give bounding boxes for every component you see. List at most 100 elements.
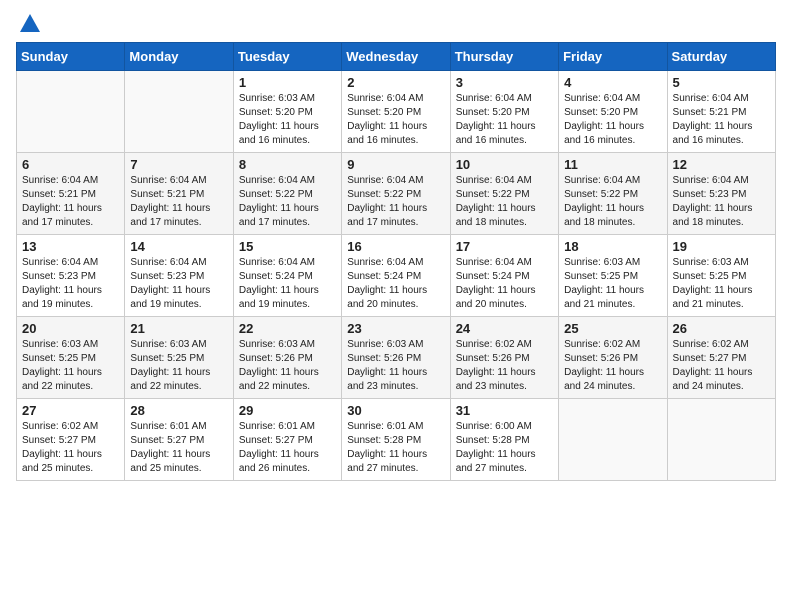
day-number: 22 xyxy=(239,321,336,336)
weekday-header-thursday: Thursday xyxy=(450,43,558,71)
day-number: 19 xyxy=(673,239,770,254)
calendar-cell: 29 Sunrise: 6:01 AM Sunset: 5:27 PM Dayli… xyxy=(233,399,341,481)
day-info: Sunrise: 6:03 AM Sunset: 5:25 PM Dayligh… xyxy=(130,338,227,394)
weekday-header-sunday: Sunday xyxy=(17,43,125,71)
calendar-cell: 22 Sunrise: 6:03 AM Sunset: 5:26 PM Dayli… xyxy=(233,317,341,399)
calendar-cell: 12Sunrise: 6:04 AM Sunset: 5:23 PM Dayli… xyxy=(667,153,775,235)
calendar-cell: 10Sunrise: 6:04 AM Sunset: 5:22 PM Dayli… xyxy=(450,153,558,235)
day-info: Sunrise: 6:03 AM Sunset: 5:25 PM Dayligh… xyxy=(673,256,770,312)
weekday-header-saturday: Saturday xyxy=(667,43,775,71)
calendar-week-row: 13 Sunrise: 6:04 AM Sunset: 5:23 PM Dayli… xyxy=(17,235,776,317)
day-info: Sunrise: 6:04 AM Sunset: 5:23 PM Dayligh… xyxy=(22,256,119,312)
day-number: 11 xyxy=(564,157,661,172)
calendar-cell: 16 Sunrise: 6:04 AM Sunset: 5:24 PM Dayli… xyxy=(342,235,450,317)
day-number: 14 xyxy=(130,239,227,254)
day-number: 21 xyxy=(130,321,227,336)
calendar-cell: 5 Sunrise: 6:04 AM Sunset: 5:21 PM Daylig… xyxy=(667,71,775,153)
day-info: Sunrise: 6:04 AM Sunset: 5:20 PM Dayligh… xyxy=(456,92,553,148)
weekday-header-monday: Monday xyxy=(125,43,233,71)
calendar-cell xyxy=(17,71,125,153)
weekday-header-tuesday: Tuesday xyxy=(233,43,341,71)
day-info: Sunrise: 6:01 AM Sunset: 5:27 PM Dayligh… xyxy=(130,420,227,476)
day-info: Sunrise: 6:04 AM Sunset: 5:22 PM Dayligh… xyxy=(564,174,661,230)
calendar-cell: 20 Sunrise: 6:03 AM Sunset: 5:25 PM Dayli… xyxy=(17,317,125,399)
calendar-cell: 13 Sunrise: 6:04 AM Sunset: 5:23 PM Dayli… xyxy=(17,235,125,317)
day-info: Sunrise: 6:04 AM Sunset: 5:21 PM Dayligh… xyxy=(673,92,770,148)
day-info: Sunrise: 6:03 AM Sunset: 5:26 PM Dayligh… xyxy=(239,338,336,394)
day-info: Sunrise: 6:00 AM Sunset: 5:28 PM Dayligh… xyxy=(456,420,553,476)
day-number: 29 xyxy=(239,403,336,418)
day-info: Sunrise: 6:03 AM Sunset: 5:26 PM Dayligh… xyxy=(347,338,444,394)
calendar-cell: 24Sunrise: 6:02 AM Sunset: 5:26 PM Dayli… xyxy=(450,317,558,399)
day-number: 2 xyxy=(347,75,444,90)
day-info: Sunrise: 6:04 AM Sunset: 5:24 PM Dayligh… xyxy=(347,256,444,312)
weekday-header-wednesday: Wednesday xyxy=(342,43,450,71)
calendar-cell: 21 Sunrise: 6:03 AM Sunset: 5:25 PM Dayli… xyxy=(125,317,233,399)
day-info: Sunrise: 6:04 AM Sunset: 5:21 PM Dayligh… xyxy=(130,174,227,230)
day-number: 15 xyxy=(239,239,336,254)
calendar-cell: 9 Sunrise: 6:04 AM Sunset: 5:22 PM Daylig… xyxy=(342,153,450,235)
calendar-cell: 7 Sunrise: 6:04 AM Sunset: 5:21 PM Daylig… xyxy=(125,153,233,235)
day-number: 20 xyxy=(22,321,119,336)
calendar-week-row: 6 Sunrise: 6:04 AM Sunset: 5:21 PM Daylig… xyxy=(17,153,776,235)
day-info: Sunrise: 6:02 AM Sunset: 5:26 PM Dayligh… xyxy=(456,338,553,394)
logo-triangle-icon xyxy=(20,14,40,32)
day-info: Sunrise: 6:04 AM Sunset: 5:24 PM Dayligh… xyxy=(239,256,336,312)
day-number: 26 xyxy=(673,321,770,336)
calendar-cell xyxy=(125,71,233,153)
calendar-cell: 19 Sunrise: 6:03 AM Sunset: 5:25 PM Dayli… xyxy=(667,235,775,317)
day-number: 1 xyxy=(239,75,336,90)
calendar-table: SundayMondayTuesdayWednesdayThursdayFrid… xyxy=(16,42,776,481)
day-info: Sunrise: 6:02 AM Sunset: 5:27 PM Dayligh… xyxy=(673,338,770,394)
calendar-cell: 11 Sunrise: 6:04 AM Sunset: 5:22 PM Dayli… xyxy=(559,153,667,235)
calendar-cell: 30Sunrise: 6:01 AM Sunset: 5:28 PM Dayli… xyxy=(342,399,450,481)
day-number: 6 xyxy=(22,157,119,172)
day-number: 23 xyxy=(347,321,444,336)
day-info: Sunrise: 6:04 AM Sunset: 5:20 PM Dayligh… xyxy=(564,92,661,148)
calendar-cell: 23 Sunrise: 6:03 AM Sunset: 5:26 PM Dayli… xyxy=(342,317,450,399)
calendar-cell: 3 Sunrise: 6:04 AM Sunset: 5:20 PM Daylig… xyxy=(450,71,558,153)
day-number: 10 xyxy=(456,157,553,172)
day-info: Sunrise: 6:04 AM Sunset: 5:22 PM Dayligh… xyxy=(239,174,336,230)
calendar-cell: 31 Sunrise: 6:00 AM Sunset: 5:28 PM Dayli… xyxy=(450,399,558,481)
day-info: Sunrise: 6:02 AM Sunset: 5:27 PM Dayligh… xyxy=(22,420,119,476)
calendar-cell: 28 Sunrise: 6:01 AM Sunset: 5:27 PM Dayli… xyxy=(125,399,233,481)
day-number: 7 xyxy=(130,157,227,172)
day-info: Sunrise: 6:04 AM Sunset: 5:24 PM Dayligh… xyxy=(456,256,553,312)
calendar-cell: 17 Sunrise: 6:04 AM Sunset: 5:24 PM Dayli… xyxy=(450,235,558,317)
calendar-week-row: 27 Sunrise: 6:02 AM Sunset: 5:27 PM Dayli… xyxy=(17,399,776,481)
day-number: 13 xyxy=(22,239,119,254)
day-number: 18 xyxy=(564,239,661,254)
day-number: 9 xyxy=(347,157,444,172)
day-info: Sunrise: 6:04 AM Sunset: 5:23 PM Dayligh… xyxy=(130,256,227,312)
calendar-cell: 18 Sunrise: 6:03 AM Sunset: 5:25 PM Dayli… xyxy=(559,235,667,317)
calendar-cell: 27 Sunrise: 6:02 AM Sunset: 5:27 PM Dayli… xyxy=(17,399,125,481)
day-number: 5 xyxy=(673,75,770,90)
day-number: 8 xyxy=(239,157,336,172)
day-info: Sunrise: 6:01 AM Sunset: 5:28 PM Dayligh… xyxy=(347,420,444,476)
day-info: Sunrise: 6:03 AM Sunset: 5:20 PM Dayligh… xyxy=(239,92,336,148)
day-info: Sunrise: 6:03 AM Sunset: 5:25 PM Dayligh… xyxy=(22,338,119,394)
calendar-cell: 15 Sunrise: 6:04 AM Sunset: 5:24 PM Dayli… xyxy=(233,235,341,317)
day-number: 12 xyxy=(673,157,770,172)
day-number: 27 xyxy=(22,403,119,418)
day-number: 3 xyxy=(456,75,553,90)
day-info: Sunrise: 6:04 AM Sunset: 5:20 PM Dayligh… xyxy=(347,92,444,148)
day-info: Sunrise: 6:01 AM Sunset: 5:27 PM Dayligh… xyxy=(239,420,336,476)
calendar-cell: 25Sunrise: 6:02 AM Sunset: 5:26 PM Dayli… xyxy=(559,317,667,399)
day-info: Sunrise: 6:03 AM Sunset: 5:25 PM Dayligh… xyxy=(564,256,661,312)
day-number: 17 xyxy=(456,239,553,254)
calendar-cell: 2 Sunrise: 6:04 AM Sunset: 5:20 PM Daylig… xyxy=(342,71,450,153)
day-number: 28 xyxy=(130,403,227,418)
page-header xyxy=(16,16,776,32)
day-info: Sunrise: 6:04 AM Sunset: 5:22 PM Dayligh… xyxy=(347,174,444,230)
calendar-cell xyxy=(559,399,667,481)
day-number: 16 xyxy=(347,239,444,254)
calendar-week-row: 20 Sunrise: 6:03 AM Sunset: 5:25 PM Dayli… xyxy=(17,317,776,399)
day-number: 25 xyxy=(564,321,661,336)
calendar-cell: 14 Sunrise: 6:04 AM Sunset: 5:23 PM Dayli… xyxy=(125,235,233,317)
calendar-week-row: 1 Sunrise: 6:03 AM Sunset: 5:20 PM Daylig… xyxy=(17,71,776,153)
calendar-cell: 4Sunrise: 6:04 AM Sunset: 5:20 PM Daylig… xyxy=(559,71,667,153)
calendar-cell: 26 Sunrise: 6:02 AM Sunset: 5:27 PM Dayli… xyxy=(667,317,775,399)
day-number: 31 xyxy=(456,403,553,418)
